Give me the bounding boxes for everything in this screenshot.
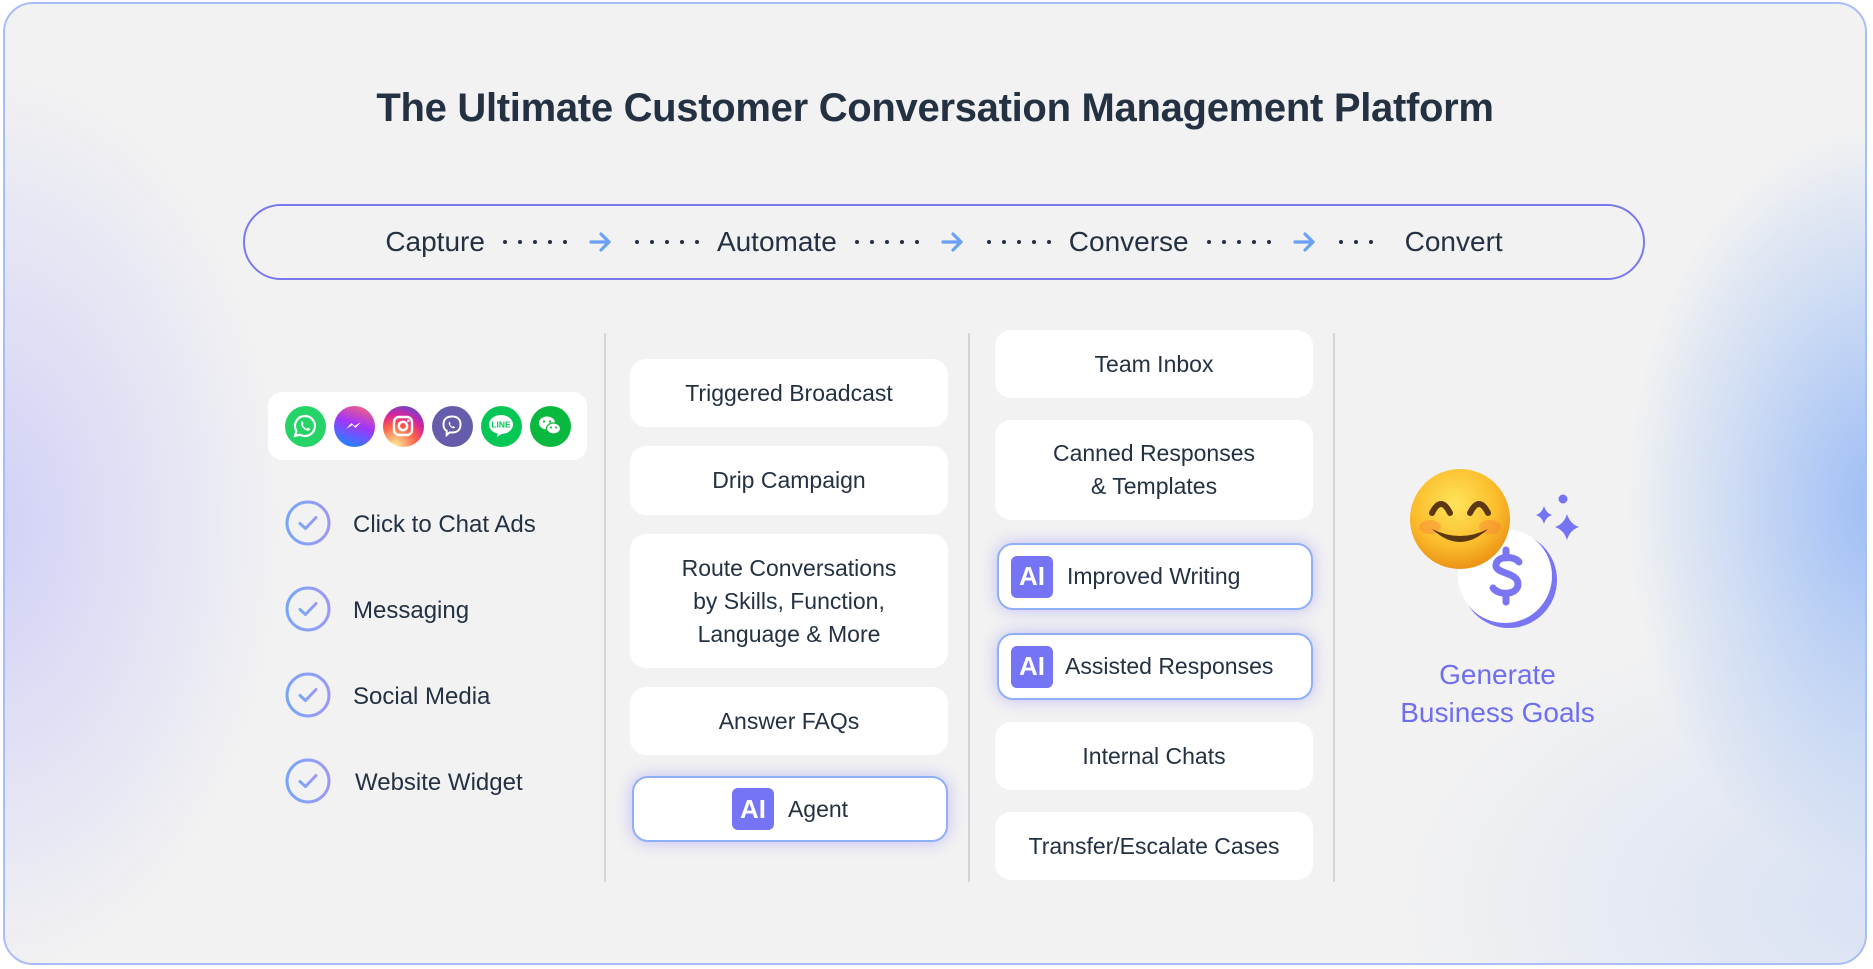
messenger-icon — [333, 405, 375, 447]
card-label-line: & Templates — [1090, 473, 1218, 499]
svg-text:LINE: LINE — [491, 420, 511, 430]
goal-line: Business Goals — [1400, 697, 1595, 728]
card-label-line: Language & More — [697, 620, 881, 647]
automate-card: Drip Campaign — [630, 446, 948, 515]
channel-icons: LINE — [268, 392, 587, 460]
card-label: Answer FAQs — [718, 707, 860, 734]
pipeline-bar: Capture Automate Converse Convert — [243, 204, 1645, 280]
converse-card-ai: AI Assisted Responses — [997, 633, 1313, 700]
automate-card: Triggered Broadcast — [630, 359, 948, 427]
card-label: Improved Writing — [1067, 563, 1241, 589]
ai-badge-icon: AI — [731, 788, 774, 830]
column-divider — [604, 333, 606, 882]
ai-badge-icon: AI — [1011, 555, 1053, 598]
card-label: Internal Chats — [1082, 742, 1226, 769]
converse-card: Team Inbox — [995, 330, 1313, 398]
dots-separator — [1338, 240, 1373, 244]
column-divider — [968, 333, 970, 882]
ai-badge-icon: AI — [1011, 645, 1053, 688]
smiling-face-icon — [1408, 467, 1512, 571]
column-divider — [1333, 333, 1335, 882]
capture-item: Messaging — [285, 586, 470, 637]
stage-converse: Converse — [1068, 226, 1189, 257]
card-label-line: Canned Responses — [1052, 440, 1256, 466]
card-label: Team Inbox — [1094, 350, 1214, 377]
card-label: Drip Campaign — [712, 467, 866, 493]
page-title: The Ultimate Customer Conversation Manag… — [376, 86, 1494, 130]
dots-separator — [502, 240, 567, 244]
card-label: Assisted Responses — [1065, 653, 1274, 679]
converse-card-ai: AI Improved Writing — [997, 543, 1313, 610]
check-circle-icon — [285, 586, 331, 637]
card-label: Triggered Broadcast — [685, 379, 893, 406]
dots-separator — [854, 240, 919, 244]
check-circle-icon — [285, 500, 331, 551]
capture-item-label: Click to Chat Ads — [353, 511, 536, 538]
capture-item-label: Social Media — [353, 683, 491, 710]
converse-card: Internal Chats — [995, 722, 1313, 790]
converse-card: Transfer/Escalate Cases — [995, 812, 1313, 880]
check-circle-icon — [285, 672, 331, 723]
capture-item: Social Media — [285, 672, 491, 723]
automate-card: Route Conversations by Skills, Function,… — [630, 534, 948, 668]
line-icon: LINE — [480, 405, 522, 447]
arrow-right-icon — [1293, 231, 1317, 253]
arrow-right-icon — [589, 231, 613, 253]
check-circle-icon — [285, 758, 331, 809]
stage-convert: Convert — [1404, 226, 1503, 257]
stage-automate: Automate — [716, 226, 837, 257]
capture-item-label: Website Widget — [355, 769, 523, 796]
wechat-icon — [529, 405, 571, 447]
converse-card: Canned Responses & Templates — [995, 420, 1313, 520]
card-label-line: Route Conversations — [681, 554, 897, 581]
stage-capture: Capture — [385, 226, 485, 257]
goal-line: Generate — [1439, 659, 1556, 690]
dots-separator — [1206, 240, 1271, 244]
card-label: Transfer/Escalate Cases — [1028, 832, 1280, 859]
automate-card: Answer FAQs — [630, 687, 948, 755]
capture-item: Website Widget — [285, 758, 523, 809]
whatsapp-icon — [284, 405, 326, 447]
automate-card-ai: AI Agent — [632, 776, 948, 842]
dots-separator — [634, 240, 699, 244]
capture-item-label: Messaging — [353, 597, 470, 624]
viber-icon — [431, 405, 473, 447]
dots-separator — [986, 240, 1051, 244]
card-label-line: by Skills, Function, — [693, 587, 885, 614]
diagram-frame: The Ultimate Customer Conversation Manag… — [3, 2, 1867, 965]
sparkles-icon — [1531, 492, 1589, 550]
card-label: Agent — [787, 795, 849, 822]
goal-text: Generate Business Goals — [1345, 656, 1650, 732]
arrow-right-icon — [941, 231, 965, 253]
capture-item: Click to Chat Ads — [285, 500, 536, 551]
instagram-icon — [382, 405, 424, 447]
